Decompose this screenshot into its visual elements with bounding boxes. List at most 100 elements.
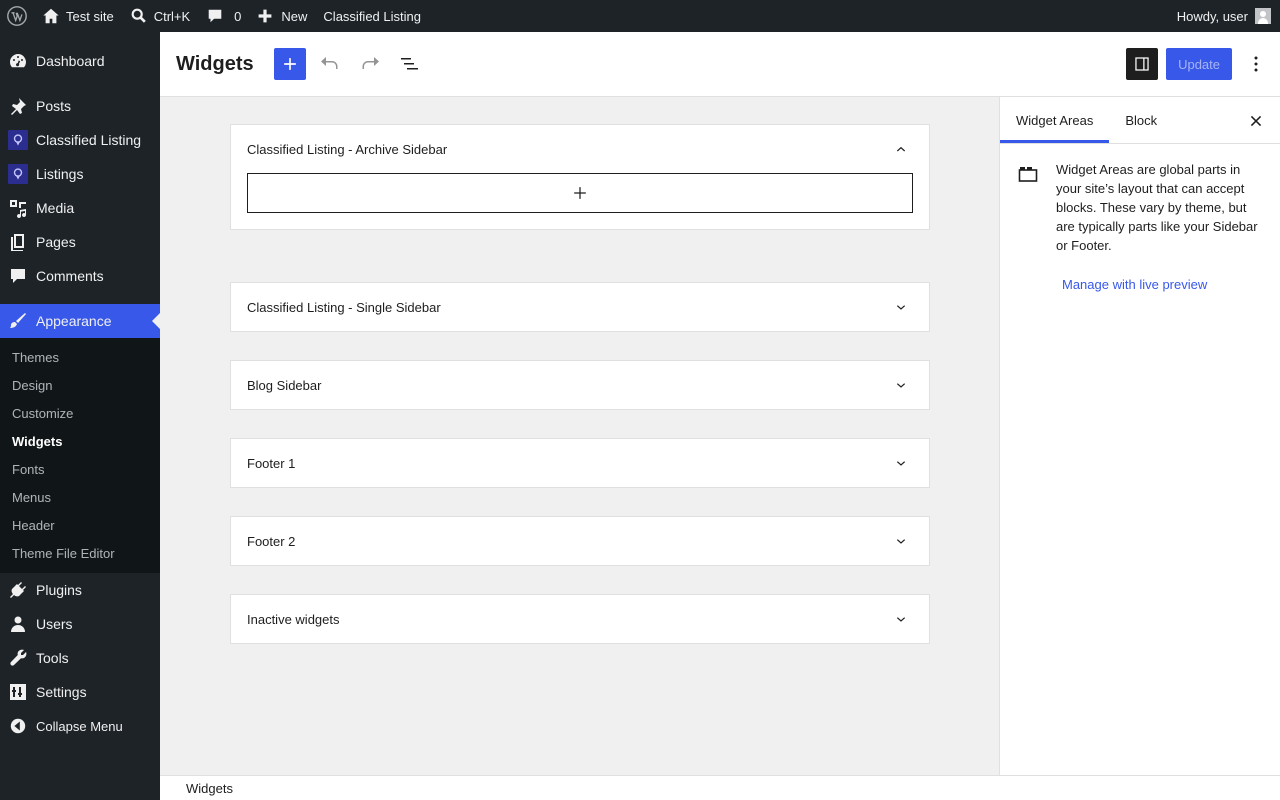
submenu-design[interactable]: Design bbox=[0, 373, 160, 401]
widget-area-title: Blog Sidebar bbox=[247, 377, 322, 393]
submenu-theme-file-editor[interactable]: Theme File Editor bbox=[0, 541, 160, 569]
widget-area-footer-1: Footer 1 bbox=[230, 438, 930, 488]
comments-count: 0 bbox=[234, 8, 242, 24]
menu-listings[interactable]: Listings bbox=[0, 157, 160, 191]
menu-listings-label: Listings bbox=[36, 166, 84, 182]
search-shortcut-label: Ctrl+K bbox=[153, 8, 191, 24]
close-sidebar-button[interactable] bbox=[1240, 105, 1272, 137]
menu-media[interactable]: Media bbox=[0, 191, 160, 225]
page-title: Widgets bbox=[176, 52, 254, 75]
menu-users[interactable]: Users bbox=[0, 607, 160, 641]
site-name-link[interactable]: Test site bbox=[34, 0, 122, 32]
submenu-menus[interactable]: Menus bbox=[0, 485, 160, 513]
classified-listing-icon bbox=[8, 130, 28, 150]
submenu-widgets[interactable]: Widgets bbox=[0, 429, 160, 457]
widget-area-toggle[interactable]: Blog Sidebar bbox=[231, 361, 929, 409]
widget-area-toggle[interactable]: Classified Listing - Archive Sidebar bbox=[231, 125, 929, 173]
menu-comments-label: Comments bbox=[36, 268, 104, 284]
menu-comments[interactable]: Comments bbox=[0, 259, 160, 293]
wordpress-logo-button[interactable] bbox=[0, 0, 34, 32]
update-button[interactable]: Update bbox=[1166, 48, 1232, 80]
widget-areas-description: Widget Areas are global parts in your si… bbox=[1056, 162, 1258, 253]
menu-posts-label: Posts bbox=[36, 98, 72, 114]
widget-area-title: Classified Listing - Single Sidebar bbox=[247, 299, 441, 315]
wrench-icon bbox=[8, 648, 28, 668]
site-name-label: Test site bbox=[66, 8, 114, 24]
menu-tools[interactable]: Tools bbox=[0, 641, 160, 675]
sidebar-icon bbox=[1135, 57, 1149, 71]
menu-posts[interactable]: Posts bbox=[0, 89, 160, 123]
menu-plugins[interactable]: Plugins bbox=[0, 573, 160, 607]
plugin-icon bbox=[8, 580, 28, 600]
menu-dashboard[interactable]: Dashboard bbox=[0, 44, 160, 78]
widget-area-footer-2: Footer 2 bbox=[230, 516, 930, 566]
widget-area-inactive: Inactive widgets bbox=[230, 594, 930, 644]
search-shortcut-button[interactable]: Ctrl+K bbox=[122, 0, 198, 32]
comments-link[interactable]: 0 bbox=[198, 0, 249, 32]
submenu-customize[interactable]: Customize bbox=[0, 401, 160, 429]
classified-listing-bar-link[interactable]: Classified Listing bbox=[315, 0, 429, 32]
manage-live-preview-link[interactable]: Manage with live preview bbox=[1062, 277, 1280, 292]
widget-area-archive-sidebar: Classified Listing - Archive Sidebar bbox=[230, 124, 930, 230]
home-icon bbox=[43, 8, 59, 24]
options-menu-button[interactable] bbox=[1240, 48, 1272, 80]
menu-pages-label: Pages bbox=[36, 234, 76, 250]
plus-icon bbox=[574, 187, 586, 199]
plus-icon bbox=[283, 58, 296, 70]
list-view-icon bbox=[400, 58, 418, 70]
list-view-button[interactable] bbox=[394, 48, 426, 80]
submenu-fonts[interactable]: Fonts bbox=[0, 457, 160, 485]
tab-widget-areas[interactable]: Widget Areas bbox=[1000, 97, 1109, 143]
more-vertical-icon bbox=[1254, 56, 1258, 72]
redo-button[interactable] bbox=[354, 48, 386, 80]
menu-pages[interactable]: Pages bbox=[0, 225, 160, 259]
menu-appearance[interactable]: Appearance bbox=[0, 304, 160, 338]
menu-settings-label: Settings bbox=[36, 684, 87, 700]
block-inserter-button[interactable] bbox=[273, 48, 306, 80]
avatar bbox=[1255, 8, 1271, 24]
menu-classified-listing-label: Classified Listing bbox=[36, 132, 142, 148]
widget-area-toggle[interactable]: Footer 1 bbox=[231, 439, 929, 487]
listings-icon bbox=[8, 164, 28, 184]
chevron-down-icon bbox=[889, 295, 913, 319]
submenu-themes[interactable]: Themes bbox=[0, 345, 160, 373]
widget-areas-info: Widget Areas are global parts in your si… bbox=[1000, 144, 1280, 255]
settings-sidebar: Widget Areas Block Widget Areas are glob… bbox=[999, 97, 1280, 775]
close-icon bbox=[1250, 115, 1262, 127]
widget-area-toggle[interactable]: Footer 2 bbox=[231, 517, 929, 565]
my-account[interactable]: Howdy, user bbox=[1177, 8, 1280, 24]
paintbrush-icon bbox=[8, 311, 28, 331]
classified-listing-bar-label: Classified Listing bbox=[323, 8, 421, 24]
submenu-header[interactable]: Header bbox=[0, 513, 160, 541]
comments-icon bbox=[8, 266, 28, 286]
collapse-menu-label: Collapse Menu bbox=[36, 718, 123, 734]
chevron-down-icon bbox=[889, 529, 913, 553]
appearance-submenu: Themes Design Customize Widgets Fonts Me… bbox=[0, 338, 160, 573]
admin-bar: Test site Ctrl+K 0 New Classified Listin… bbox=[0, 0, 1280, 32]
widget-area-body bbox=[231, 173, 929, 229]
breadcrumb-item[interactable]: Widgets bbox=[186, 781, 233, 796]
widget-area-toggle[interactable]: Inactive widgets bbox=[231, 595, 929, 643]
widget-area-toggle[interactable]: Classified Listing - Single Sidebar bbox=[231, 283, 929, 331]
menu-classified-listing[interactable]: Classified Listing bbox=[0, 123, 160, 157]
menu-tools-label: Tools bbox=[36, 650, 69, 666]
widget-area-blog-sidebar: Blog Sidebar bbox=[230, 360, 930, 410]
settings-sidebar-toggle[interactable] bbox=[1126, 48, 1159, 80]
new-content-button[interactable]: New bbox=[249, 0, 315, 32]
add-block-button[interactable] bbox=[247, 173, 913, 213]
undo-icon bbox=[320, 57, 338, 69]
collapse-menu-button[interactable]: Collapse Menu bbox=[0, 709, 160, 743]
chevron-down-icon bbox=[889, 607, 913, 631]
menu-settings[interactable]: Settings bbox=[0, 675, 160, 709]
editor-header: Widgets Update bbox=[160, 32, 1280, 97]
menu-plugins-label: Plugins bbox=[36, 582, 82, 598]
tab-block[interactable]: Block bbox=[1109, 97, 1173, 143]
wordpress-logo-icon bbox=[7, 6, 27, 26]
howdy-label: Howdy, user bbox=[1176, 8, 1248, 24]
chevron-up-icon bbox=[889, 137, 913, 161]
settings-icon bbox=[8, 682, 28, 702]
breadcrumb: Widgets bbox=[160, 775, 1280, 800]
media-icon bbox=[8, 198, 28, 218]
undo-button[interactable] bbox=[314, 48, 346, 80]
menu-users-label: Users bbox=[36, 616, 73, 632]
